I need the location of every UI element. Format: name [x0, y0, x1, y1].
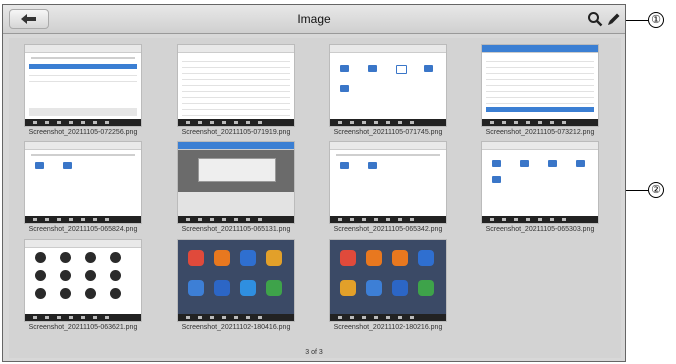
screenshot-thumbnail — [329, 141, 447, 224]
thumbnail-item[interactable]: Screenshot_20211105-065824.png — [20, 141, 146, 233]
thumbnail-item[interactable]: Screenshot_20211102-180216.png — [325, 239, 451, 331]
thumbnail-caption: Screenshot_20211105-065824.png — [28, 226, 138, 233]
thumbnail-item[interactable]: Screenshot_20211105-065131.png — [173, 141, 299, 233]
pencil-icon — [608, 13, 620, 25]
thumbnail-caption: Screenshot_20211105-072256.png — [28, 129, 138, 136]
thumbnail-item[interactable]: Screenshot_20211105-071919.png — [173, 44, 299, 136]
screenshot-thumbnail — [177, 44, 295, 127]
screenshot-thumbnail — [329, 44, 447, 127]
callout-leader-2 — [626, 190, 648, 191]
page-indicator: 3 of 3 — [305, 349, 323, 356]
screenshot-thumbnail — [481, 141, 599, 224]
thumbnail-caption: Screenshot_20211102-180416.png — [181, 324, 291, 331]
page-title: Image — [297, 12, 331, 26]
callout-2: ② — [648, 182, 664, 198]
image-viewer-window: Image Screenshot_20211105-072256.png Scr… — [2, 4, 626, 362]
thumbnail-item[interactable]: Screenshot_20211105-072256.png — [20, 44, 146, 136]
thumbnail-item[interactable]: Screenshot_20211105-065303.png — [477, 141, 603, 233]
callout-1: ① — [648, 12, 664, 28]
screenshot-thumbnail — [24, 141, 142, 224]
thumbnail-caption: Screenshot_20211105-071919.png — [181, 129, 291, 136]
screenshot-thumbnail — [24, 44, 142, 127]
thumbnail-item[interactable]: Screenshot_20211102-180416.png — [173, 239, 299, 331]
thumbnail-item[interactable]: Screenshot_20211105-073212.png — [477, 44, 603, 136]
thumbnail-caption: Screenshot_20211105-073212.png — [485, 129, 595, 136]
thumbnail-item[interactable]: Screenshot_20211105-065342.png — [325, 141, 451, 233]
screenshot-thumbnail — [177, 239, 295, 322]
thumbnail-caption: Screenshot_20211105-063621.png — [28, 324, 138, 331]
title-bar: Image — [3, 5, 625, 34]
thumbnail-caption: Screenshot_20211105-065303.png — [485, 226, 595, 233]
search-icon — [588, 12, 603, 27]
thumbnail-item[interactable]: Screenshot_20211105-071745.png — [325, 44, 451, 136]
thumbnail-item[interactable]: Screenshot_20211105-063621.png — [20, 239, 146, 331]
screenshot-thumbnail — [24, 239, 142, 322]
search-button[interactable] — [587, 11, 603, 27]
callout-leader-1 — [626, 20, 648, 21]
screenshot-thumbnail — [177, 141, 295, 224]
thumbnail-caption: Screenshot_20211105-065342.png — [333, 226, 443, 233]
screenshot-thumbnail — [329, 239, 447, 322]
thumbnail-grid: Screenshot_20211105-072256.png Screensho… — [9, 38, 621, 358]
edit-button[interactable] — [606, 11, 622, 27]
thumbnail-caption: Screenshot_20211105-071745.png — [333, 129, 443, 136]
thumbnail-caption: Screenshot_20211105-065131.png — [181, 226, 291, 233]
screenshot-thumbnail — [481, 44, 599, 127]
thumbnail-caption: Screenshot_20211102-180216.png — [333, 324, 443, 331]
